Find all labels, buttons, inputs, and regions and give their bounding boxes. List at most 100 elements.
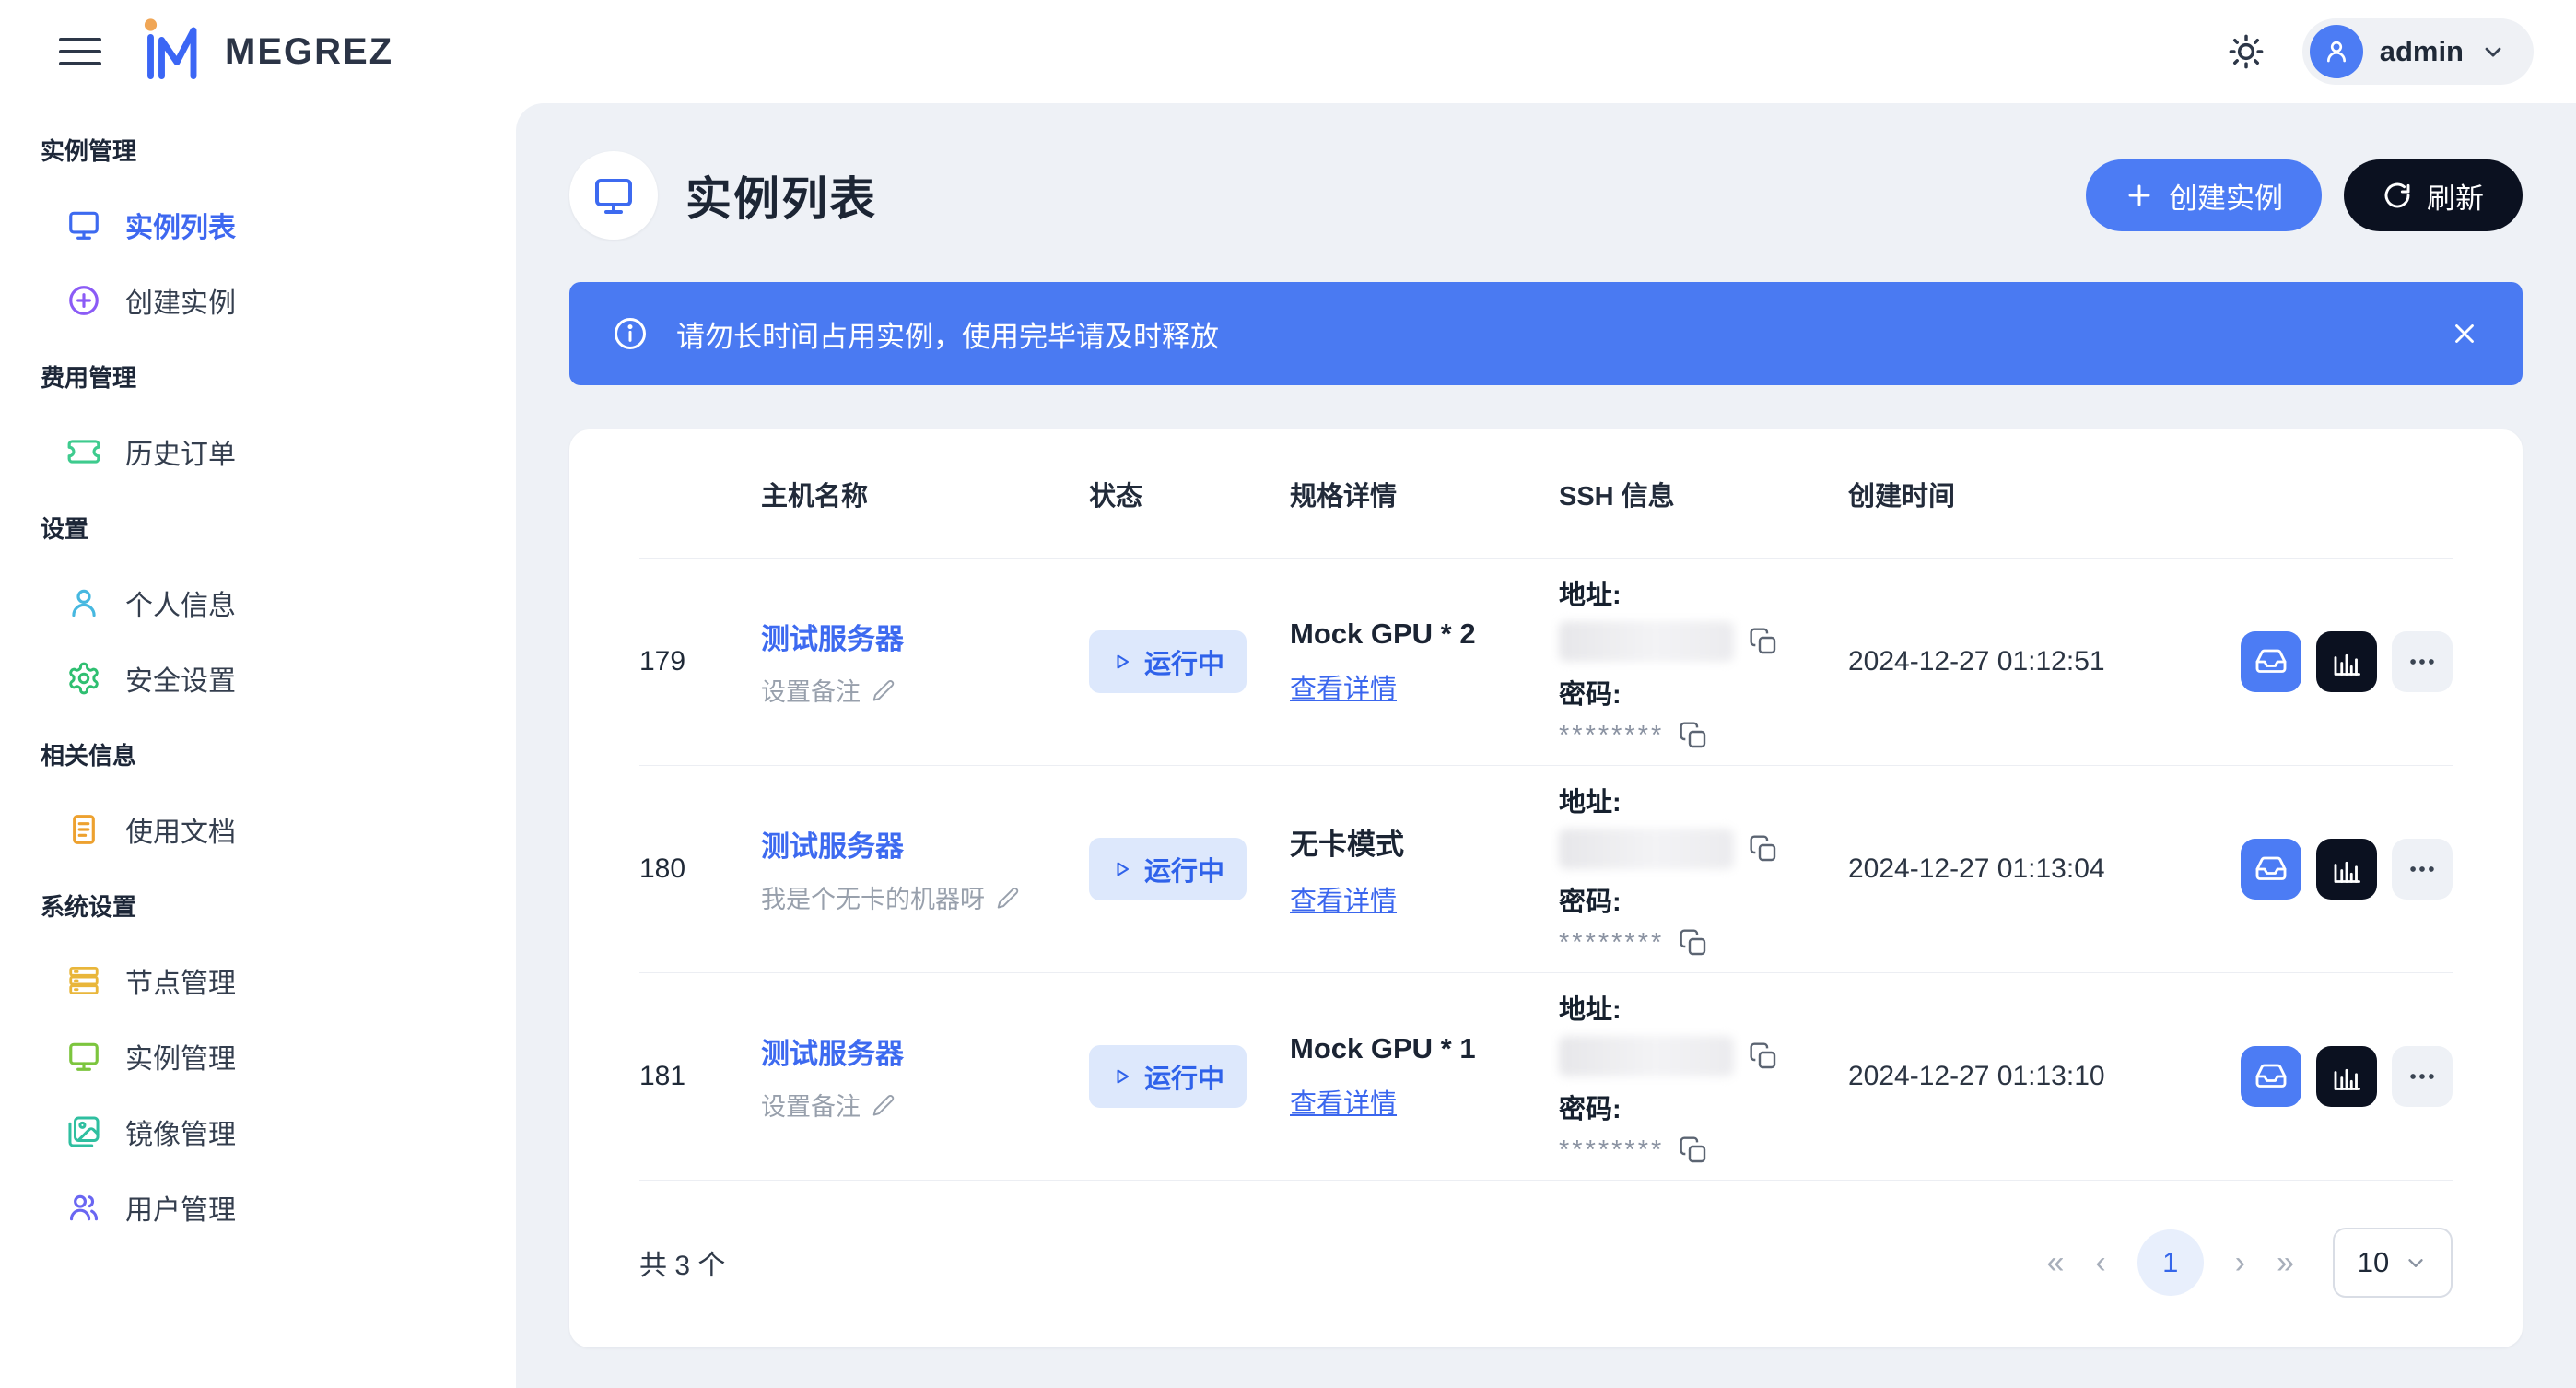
status-badge: 运行中: [1089, 630, 1247, 693]
create-instance-button[interactable]: 创建实例: [2086, 159, 2322, 231]
users-icon: [66, 1190, 101, 1225]
sidebar-item-security-settings[interactable]: 安全设置: [41, 653, 516, 704]
ssh-password-label: 密码:: [1559, 673, 1848, 712]
sidebar-item-order-history[interactable]: 历史订单: [41, 426, 516, 477]
sidebar-item-instance-mgmt[interactable]: 实例管理: [41, 1030, 516, 1082]
chevron-down-icon: [2480, 39, 2506, 65]
circle-plus-icon: [66, 283, 101, 318]
copy-icon[interactable]: [1749, 627, 1778, 656]
copy-icon[interactable]: [1679, 1135, 1708, 1165]
last-page-button[interactable]: »: [2277, 1245, 2294, 1281]
sidebar-item-label: 镜像管理: [125, 1112, 236, 1152]
masked-address: [1559, 621, 1734, 662]
monitoring-button[interactable]: [2316, 1046, 2377, 1107]
monitoring-button[interactable]: [2316, 631, 2377, 692]
gear-icon: [66, 661, 101, 696]
top-bar: MEGREZ admin: [0, 0, 2576, 103]
status-badge: 运行中: [1089, 838, 1247, 900]
more-actions-button[interactable]: [2392, 1046, 2453, 1107]
table-footer: 共 3 个 « ‹ 1 › » 10: [639, 1181, 2453, 1345]
ssh-address-label: 地址:: [1559, 573, 1848, 612]
instance-id: 179: [639, 646, 761, 677]
view-details-link[interactable]: 查看详情: [1290, 879, 1559, 918]
sidebar-item-label: 节点管理: [125, 960, 236, 1001]
total-count: 共 3 个: [639, 1242, 725, 1283]
sidebar-section-billing: 费用管理: [41, 350, 516, 402]
sidebar-item-image-mgmt[interactable]: 镜像管理: [41, 1106, 516, 1158]
user-name: admin: [2380, 35, 2464, 68]
sidebar-item-create-instance[interactable]: 创建实例: [41, 275, 516, 326]
spec-name: 无卡模式: [1290, 821, 1559, 863]
ticket-icon: [66, 434, 101, 469]
server-icon: [66, 963, 101, 998]
created-time: 2024-12-27 01:13:10: [1848, 1061, 2222, 1092]
images-icon: [66, 1114, 101, 1149]
view-details-link[interactable]: 查看详情: [1290, 667, 1559, 706]
sidebar-item-label: 安全设置: [125, 658, 236, 699]
current-page[interactable]: 1: [2137, 1229, 2204, 1296]
more-actions-button[interactable]: [2392, 839, 2453, 900]
copy-icon[interactable]: [1679, 721, 1708, 750]
copy-icon[interactable]: [1679, 928, 1708, 958]
edit-note-button[interactable]: 设置备注: [761, 672, 1089, 708]
chevron-down-icon: [2404, 1251, 2428, 1275]
table-row: 181 测试服务器 设置备注 运行中: [639, 973, 2453, 1181]
page-size-select[interactable]: 10: [2333, 1228, 2453, 1298]
user-menu[interactable]: admin: [2302, 18, 2534, 85]
play-icon: [1111, 651, 1133, 673]
plus-icon: [2125, 181, 2154, 210]
sidebar-item-docs[interactable]: 使用文档: [41, 804, 516, 855]
bar-chart-icon: [2330, 1060, 2363, 1093]
bar-chart-icon: [2330, 645, 2363, 678]
pencil-icon: [872, 678, 896, 702]
monitor-icon: [66, 207, 101, 242]
sidebar-item-label: 实例管理: [125, 1036, 236, 1076]
console-button[interactable]: [2241, 1046, 2301, 1107]
pencil-icon: [872, 1093, 896, 1117]
sidebar-item-instance-list[interactable]: 实例列表: [41, 199, 516, 251]
hostname-link[interactable]: 测试服务器: [761, 616, 1089, 657]
prev-page-button[interactable]: ‹: [2095, 1245, 2105, 1281]
edit-note-button[interactable]: 设置备注: [761, 1087, 1089, 1123]
ssh-address-label: 地址:: [1559, 988, 1848, 1027]
table-row: 180 测试服务器 我是个无卡的机器呀 运行中: [639, 766, 2453, 973]
theme-toggle-sun-icon[interactable]: [2227, 32, 2266, 71]
sidebar-item-node-mgmt[interactable]: 节点管理: [41, 955, 516, 1006]
sidebar-item-user-mgmt[interactable]: 用户管理: [41, 1182, 516, 1233]
sidebar-item-label: 个人信息: [125, 582, 236, 623]
menu-icon[interactable]: [59, 30, 101, 73]
table-header-row: 主机名称 状态 规格详情 SSH 信息 创建时间: [639, 429, 2453, 559]
monitoring-button[interactable]: [2316, 839, 2377, 900]
sidebar: 实例管理 实例列表 创建实例 费用管理 历史订单 设置 个人信息: [0, 103, 516, 1388]
copy-icon[interactable]: [1749, 834, 1778, 864]
masked-password: ********: [1559, 934, 1664, 952]
console-button[interactable]: [2241, 631, 2301, 692]
view-details-link[interactable]: 查看详情: [1290, 1082, 1559, 1121]
hostname-link[interactable]: 测试服务器: [761, 1030, 1089, 1072]
col-created: 创建时间: [1848, 475, 2222, 513]
refresh-button[interactable]: 刷新: [2344, 159, 2523, 231]
spec-name: Mock GPU * 1: [1290, 1032, 1559, 1065]
masked-password: ********: [1559, 1141, 1664, 1159]
close-icon[interactable]: [2449, 318, 2480, 349]
copy-icon[interactable]: [1749, 1041, 1778, 1071]
first-page-button[interactable]: «: [2047, 1245, 2065, 1281]
col-spec: 规格详情: [1290, 475, 1559, 513]
megrez-logo-icon: [138, 14, 210, 90]
user-icon: [66, 585, 101, 620]
col-status: 状态: [1089, 475, 1290, 513]
edit-note-button[interactable]: 我是个无卡的机器呀: [761, 879, 1089, 915]
pencil-icon: [996, 886, 1020, 910]
main-content: 实例列表 创建实例 刷新 请勿长时间占: [516, 103, 2576, 1388]
more-actions-button[interactable]: [2392, 631, 2453, 692]
info-banner-text: 请勿长时间占用实例，使用完毕请及时释放: [676, 313, 1219, 355]
console-button[interactable]: [2241, 839, 2301, 900]
next-page-button[interactable]: ›: [2235, 1245, 2245, 1281]
refresh-icon: [2383, 181, 2412, 210]
sidebar-item-label: 使用文档: [125, 809, 236, 850]
ssh-password-label: 密码:: [1559, 880, 1848, 919]
sidebar-item-label: 历史订单: [125, 431, 236, 472]
inbox-icon: [2254, 853, 2288, 886]
sidebar-item-profile[interactable]: 个人信息: [41, 577, 516, 629]
hostname-link[interactable]: 测试服务器: [761, 823, 1089, 865]
